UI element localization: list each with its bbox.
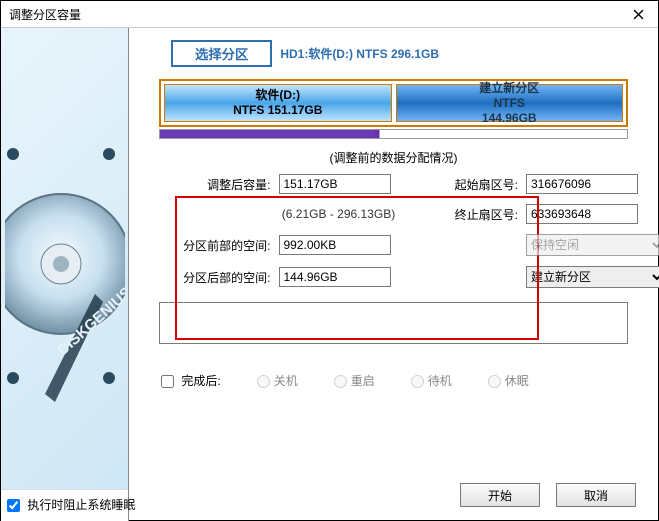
- front-space-input[interactable]: [279, 235, 391, 255]
- new-size-input[interactable]: [279, 174, 391, 194]
- partition-new-fs: NTFS: [494, 96, 525, 111]
- back-space-label: 分区后部的空间:: [161, 269, 271, 286]
- after-done-row: 完成后: 关机 重启 待机 休眠: [161, 372, 626, 389]
- select-partition-button[interactable]: 选择分区: [171, 40, 272, 67]
- disk-image: DISKGENIUS: [1, 28, 128, 489]
- close-icon: [633, 9, 644, 20]
- radio-shutdown: 关机: [257, 372, 298, 389]
- radio-standby: 待机: [411, 372, 452, 389]
- select-bar: 选择分区 HD1:软件(D:) NTFS 296.1GB: [171, 40, 646, 67]
- cancel-button[interactable]: 取消: [556, 483, 636, 507]
- titlebar: 调整分区容量: [1, 1, 658, 28]
- start-sector-label: 起始扇区号:: [433, 176, 519, 193]
- partition-new-name: 建立新分区: [479, 81, 539, 96]
- radio-reboot: 重启: [334, 372, 375, 389]
- partition-existing[interactable]: 软件(D:) NTFS 151.17GB: [164, 84, 392, 122]
- close-button[interactable]: [618, 1, 658, 27]
- prevent-sleep-row: 执行时阻止系统睡眠: [1, 489, 128, 521]
- prevent-sleep-input[interactable]: [7, 499, 20, 512]
- end-sector-label: 终止扇区号:: [433, 206, 519, 223]
- new-size-label: 调整后容量:: [161, 176, 271, 193]
- section-title: (调整前的数据分配情况): [141, 149, 646, 166]
- size-range: (6.21GB - 296.13GB): [279, 207, 399, 221]
- message-box[interactable]: [159, 302, 628, 344]
- radio-hibernate: 休眠: [488, 372, 529, 389]
- front-space-label: 分区前部的空间:: [161, 237, 271, 254]
- prevent-sleep-checkbox[interactable]: 执行时阻止系统睡眠: [7, 498, 135, 512]
- sidebar: DISKGENIUS 执行时阻止系统睡眠: [1, 28, 129, 521]
- partition-new[interactable]: 建立新分区 NTFS 144.96GB: [396, 84, 624, 122]
- dialog-title: 调整分区容量: [9, 6, 618, 23]
- start-sector-input[interactable]: [526, 174, 638, 194]
- prevent-sleep-label: 执行时阻止系统睡眠: [27, 498, 135, 512]
- partition-new-size: 144.96GB: [482, 111, 537, 126]
- partition-existing-name: 软件(D:): [255, 88, 300, 103]
- back-space-input[interactable]: [279, 267, 391, 287]
- front-action-select: 保持空闲: [526, 234, 659, 256]
- dialog-window: 调整分区容量: [0, 0, 659, 521]
- after-done-input[interactable]: [161, 375, 174, 388]
- after-done-label: 完成后:: [181, 374, 220, 388]
- partition-map[interactable]: 软件(D:) NTFS 151.17GB 建立新分区 NTFS 144.96GB: [159, 79, 628, 127]
- back-action-select[interactable]: 建立新分区: [526, 266, 659, 288]
- form-grid: 调整后容量: 起始扇区号: (6.21GB - 296.13GB) 终止扇区号:…: [161, 174, 646, 288]
- partition-existing-info: NTFS 151.17GB: [233, 103, 322, 118]
- main-panel: 选择分区 HD1:软件(D:) NTFS 296.1GB 软件(D:) NTFS…: [129, 28, 658, 521]
- start-button[interactable]: 开始: [460, 483, 540, 507]
- after-done-checkbox[interactable]: 完成后:: [161, 372, 221, 389]
- usage-bar: [159, 129, 628, 139]
- end-sector-input[interactable]: [526, 204, 638, 224]
- disk-label: HD1:软件(D:) NTFS 296.1GB: [280, 45, 439, 62]
- button-bar: 开始 取消: [460, 483, 636, 507]
